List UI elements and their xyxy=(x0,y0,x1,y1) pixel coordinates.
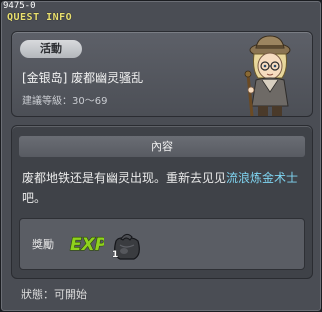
category-badge: 活動 xyxy=(20,40,82,58)
quest-description: 废都地铁还是有幽灵出现。重新去见见流浪炼金术士吧。 xyxy=(22,168,304,208)
status-value: 可開始 xyxy=(54,288,87,301)
status-label: 狀態 xyxy=(21,288,43,301)
quest-info-window: 9475-0 QUEST INFO 活動 [金银岛] 废都幽灵骚乱 建議等級：3… xyxy=(0,0,322,312)
content-header: 內容 xyxy=(19,136,305,157)
window-title: QUEST INFO xyxy=(7,12,73,23)
quest-summary-panel: 活動 [金银岛] 废都幽灵骚乱 建議等級：30～69 xyxy=(11,31,313,117)
svg-text:EXP: EXP xyxy=(70,235,104,255)
description-text-2: 吧。 xyxy=(22,191,47,205)
quest-name: [金银岛] 废都幽灵骚乱 xyxy=(22,71,144,85)
exp-icon: EXP xyxy=(69,234,104,255)
description-text-1: 废都地铁还是有幽灵出现。重新去见见 xyxy=(22,171,227,185)
level-range: 30～69 xyxy=(72,96,108,107)
npc-portrait-icon xyxy=(244,35,291,117)
reward-box: 獎勵 EXP 1 xyxy=(19,218,305,270)
quest-content-panel: 內容 废都地铁还是有幽灵出现。重新去见见流浪炼金术士吧。 獎勵 EXP 1 xyxy=(11,125,313,279)
level-label: 建議等級 xyxy=(22,96,62,107)
npc-link[interactable]: 流浪炼金术士 xyxy=(226,171,298,185)
quest-status: 狀態：可開始 xyxy=(21,288,87,301)
reward-label: 獎勵 xyxy=(32,238,54,251)
quest-level: 建議等級：30～69 xyxy=(22,96,108,107)
reward-count: 1 xyxy=(112,250,119,260)
